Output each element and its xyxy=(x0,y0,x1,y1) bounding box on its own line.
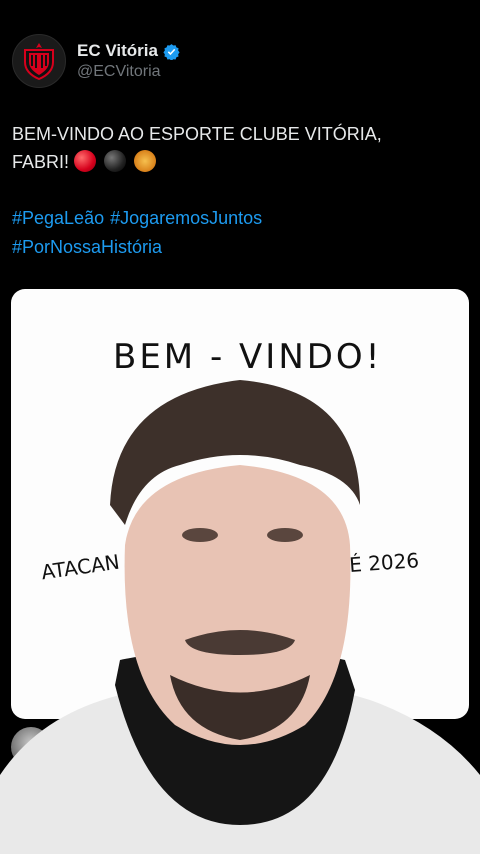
tweet-line-1: BEM-VINDO AO ESPORTE CLUBE VITÓRIA, xyxy=(12,124,382,144)
club-crest-icon xyxy=(24,43,54,80)
verified-badge-icon xyxy=(163,43,180,60)
tweet-header: EC Vitória @ECVitoria xyxy=(12,34,180,88)
tweet-line-2: FABRI! xyxy=(12,148,468,176)
account-avatar[interactable] xyxy=(12,34,66,88)
lion-face-emoji-icon xyxy=(134,150,157,172)
tweet-text: BEM-VINDO AO ESPORTE CLUBE VITÓRIA, FABR… xyxy=(12,120,468,176)
hashtag-pegaleao[interactable]: #PegaLeão xyxy=(12,208,104,228)
hashtag-list: #PegaLeão #JogaremosJuntos #PorNossaHistó… xyxy=(12,204,468,262)
hashtag-pornossahistoria[interactable]: #PorNossaHistória xyxy=(12,237,162,257)
hashtag-jogaremosjuntos[interactable]: #JogaremosJuntos xyxy=(110,208,262,228)
account-handle[interactable]: @ECVitoria xyxy=(77,63,180,81)
red-circle-emoji-icon xyxy=(74,150,97,172)
video-person-overlay xyxy=(0,380,480,854)
black-circle-emoji-icon xyxy=(104,150,127,172)
display-name[interactable]: EC Vitória xyxy=(77,41,158,61)
tweet-line-2-text: FABRI! xyxy=(12,152,70,172)
